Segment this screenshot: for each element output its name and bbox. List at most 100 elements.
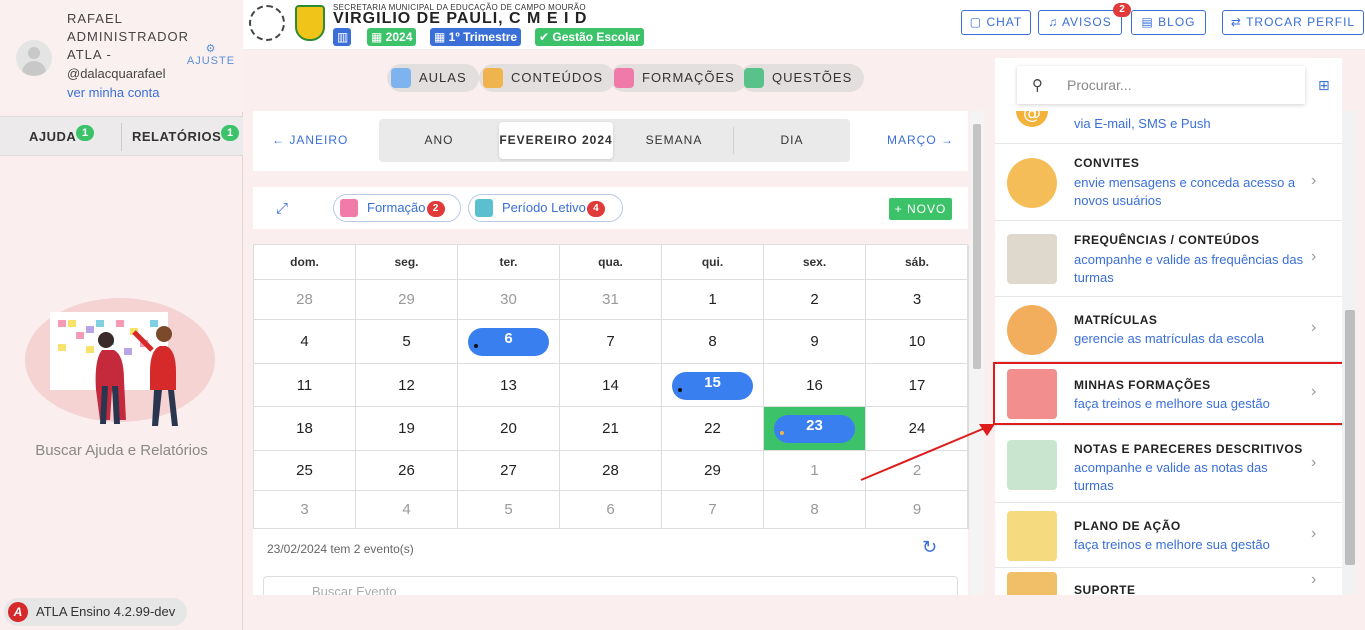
blog-button[interactable]: ▤ BLOG [1131,10,1206,35]
refresh-icon[interactable]: ↻ [922,537,937,558]
day-cell[interactable]: 9 [764,320,866,364]
day-cell[interactable]: 8 [764,491,866,529]
day-cell[interactable]: 13 [458,364,560,407]
user-profile-box: RAFAEL ADMINISTRADOR ATLA - @dalacquaraf… [0,0,243,112]
notices-button[interactable]: ♫ AVISOS [1038,10,1122,35]
panel-scrollbar-thumb[interactable] [1345,310,1355,565]
day-cell[interactable]: 6 [560,491,662,529]
view-year[interactable]: ANO [379,119,499,162]
module-contents[interactable]: CONTEÚDOS [479,64,616,92]
shortcut-title: NOTAS E PARECERES DESCRITIVOS [1074,442,1303,456]
shortcut-item-matriculas[interactable]: MATRÍCULAS gerencie as matrículas da esco… [995,297,1342,362]
shortcut-item-frequencias[interactable]: FREQUÊNCIAS / CONTEÚDOS acompanhe e valid… [995,221,1342,297]
account-link[interactable]: ver minha conta [67,85,160,100]
view-day[interactable]: DIA [734,119,850,162]
day-cell[interactable]: 17 [866,364,969,407]
day-cell[interactable]: 3 [254,491,356,529]
prev-month-link[interactable]: ← JANEIRO [272,133,348,147]
bar-chart-icon: ▥ [337,30,349,44]
day-cell[interactable]: 11 [254,364,356,407]
shortcut-item-suporte[interactable]: SUPORTE › [995,568,1342,595]
panel-search-input[interactable]: Procurar... [1017,66,1305,104]
module-trainings[interactable]: FORMAÇÕES [610,64,747,92]
expand-icon[interactable]: ⤢ [276,200,288,217]
day-cell[interactable]: 12 [356,364,458,407]
shortcut-item-convites[interactable]: CONVITES envie mensagens e conceda acesso… [995,144,1342,221]
day-cell[interactable]: 4 [254,320,356,364]
switch-profile-button[interactable]: ⇄ TROCAR PERFIL [1222,10,1364,35]
day-cell[interactable]: 5 [458,491,560,529]
filter-training-label: Formação [367,200,426,215]
event-day-marker[interactable]: 23 [774,415,855,443]
term-chip[interactable]: ▦ 1º Trimestre [430,28,522,46]
day-cell[interactable]: 5 [356,320,458,364]
event-day-marker[interactable]: 6 [468,328,549,356]
mode-chip[interactable]: ✔ Gestão Escolar [535,28,644,46]
day-cell[interactable]: 28 [254,280,356,320]
day-cell[interactable]: 26 [356,451,458,491]
list-item-partial[interactable]: @ via E-mail, SMS e Push [995,111,1342,144]
day-cell[interactable]: 1 [764,451,866,491]
contents-icon [483,68,503,88]
user-name-line1: RAFAEL [67,11,123,26]
version-badge[interactable]: A ATLA Ensino 4.2.99-dev [4,598,187,626]
day-cell[interactable]: 9 [866,491,969,529]
chat-button[interactable]: ▢ CHAT [961,10,1031,35]
day-cell[interactable]: 8 [662,320,764,364]
day-cell[interactable]: 16 [764,364,866,407]
next-month-link[interactable]: MARÇO → [887,133,954,147]
avatar[interactable] [16,40,52,76]
view-week[interactable]: SEMANA [615,119,733,162]
day-cell[interactable]: 20 [458,407,560,451]
day-cell[interactable]: 10 [866,320,969,364]
filter-training-count: 2 [426,200,445,217]
day-cell[interactable]: 3 [866,280,969,320]
day-cell[interactable]: 1 [662,280,764,320]
day-cell[interactable]: 30 [458,280,560,320]
day-cell[interactable]: 29 [662,451,764,491]
event-day-marker[interactable]: 15 [672,372,753,400]
day-cell[interactable]: 23 [764,407,866,451]
module-questions[interactable]: QUESTÕES [740,64,865,92]
day-cell[interactable]: 7 [560,320,662,364]
day-cell[interactable]: 7 [662,491,764,529]
version-label: ATLA Ensino 4.2.99-dev [36,604,176,619]
calendar-icon: ▦ [371,30,386,44]
filter-school-period[interactable]: Período Letivo 4 [468,194,623,222]
day-cell[interactable]: 22 [662,407,764,451]
day-cell[interactable]: 6 [458,320,560,364]
settings-button[interactable]: ⚙ AJUSTE [186,44,236,68]
day-cell[interactable]: 4 [356,491,458,529]
day-cell[interactable]: 18 [254,407,356,451]
weekday-header: sáb. [866,245,969,280]
shortcut-subtitle: gerencie as matrículas da escola [1074,331,1265,346]
day-cell[interactable]: 21 [560,407,662,451]
calendar-scrollbar-thumb[interactable] [973,124,981,369]
day-cell[interactable]: 28 [560,451,662,491]
tab-help[interactable]: AJUDA 1 [29,117,95,157]
filter-training[interactable]: Formação 2 [333,194,461,222]
stats-chip[interactable]: ▥ [333,28,351,46]
shortcut-item-notas[interactable]: NOTAS E PARECERES DESCRITIVOS acompanhe e… [995,426,1342,503]
new-event-button[interactable]: + NOVO [889,198,952,220]
day-cell[interactable]: 25 [254,451,356,491]
day-cell[interactable]: 15 [662,364,764,407]
tab-reports[interactable]: RELATÓRIOS 1 [132,117,240,157]
day-cell[interactable]: 2 [764,280,866,320]
day-cell[interactable]: 14 [560,364,662,407]
school-name[interactable]: VIRGILIO DE PAULI, C M E I D [333,10,587,28]
year-chip[interactable]: ▦ 2024 [367,28,417,46]
grid-view-icon[interactable]: ⊞ [1318,77,1330,94]
weekday-header: sex. [764,245,866,280]
view-month[interactable]: FEVEREIRO 2024 [499,119,613,162]
shortcut-item-plano-de-acao[interactable]: PLANO DE AÇÃO faça treinos e melhore sua … [995,503,1342,568]
module-lessons[interactable]: AULAS [387,64,479,92]
day-cell[interactable]: 19 [356,407,458,451]
month-grid: dom. seg. ter. qua. qui. sex. sáb. 28 29 30 31 1 2 3 4… [253,244,969,529]
day-cell[interactable]: 31 [560,280,662,320]
list-item-partial-sub: via E-mail, SMS e Push [1074,116,1211,131]
day-cell[interactable]: 29 [356,280,458,320]
new-event-label: NOVO [907,202,947,216]
day-cell[interactable]: 27 [458,451,560,491]
event-search-input[interactable]: Buscar Evento [263,576,958,596]
